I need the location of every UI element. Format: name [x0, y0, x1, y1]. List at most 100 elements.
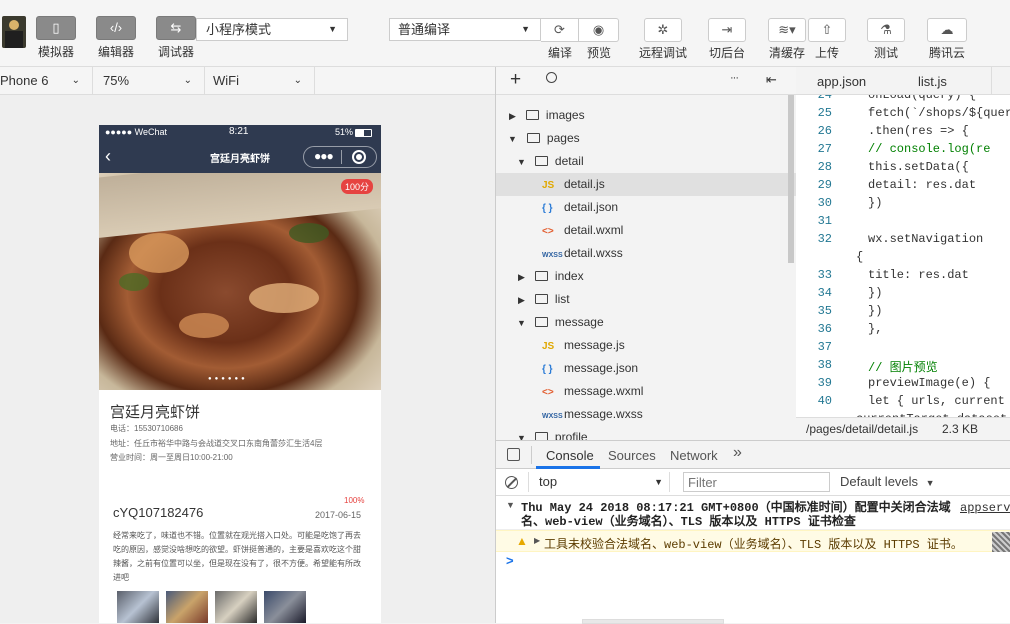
- code-line[interactable]: 24 onLoad(query) {: [796, 95, 1010, 106]
- code-editor[interactable]: 24 onLoad(query) {25 fetch(`/shops/${quer…: [796, 95, 1010, 417]
- tree-item-detail-wxml[interactable]: <> detail.wxml: [496, 219, 796, 242]
- console-filter-input[interactable]: [683, 472, 830, 492]
- code-text: }): [868, 286, 883, 300]
- code-line[interactable]: 36 },: [796, 322, 1010, 340]
- editor-button[interactable]: ‹/› 编辑器: [96, 16, 136, 60]
- debugger-button[interactable]: ⇆ 调试器: [156, 16, 196, 60]
- caret-down-icon: ▼: [517, 157, 526, 167]
- tab-app-json[interactable]: app.json: [817, 74, 866, 89]
- code-line[interactable]: 27 // console.log(re: [796, 142, 1010, 160]
- background-button[interactable]: ⇥ 切后台: [706, 18, 748, 62]
- code-line[interactable]: 32 wx.setNavigation: [796, 232, 1010, 250]
- tree-item-list[interactable]: ▶ list: [496, 288, 796, 311]
- code-text: }): [868, 304, 883, 318]
- inspect-icon[interactable]: [507, 448, 520, 461]
- code-line[interactable]: 28 this.setData({: [796, 160, 1010, 178]
- console-log-row[interactable]: ▼ Thu May 24 2018 08:17:21 GMT+0800（中国标准…: [496, 497, 1010, 530]
- battery-icon: [355, 129, 372, 137]
- clear-console-icon[interactable]: [505, 476, 518, 489]
- split-icon[interactable]: ⇤: [766, 72, 777, 88]
- tree-item-detail-json[interactable]: { } detail.json: [496, 196, 796, 219]
- tree-item-message[interactable]: ▼ message: [496, 311, 796, 334]
- tab-list-js[interactable]: list.js: [918, 74, 947, 89]
- warning-message: 工具未校验合法域名、web-view（业务域名）、TLS 版本以及 HTTPS …: [544, 538, 963, 552]
- code-line[interactable]: {: [796, 250, 1010, 268]
- more-icon[interactable]: ···: [730, 72, 739, 84]
- code-line[interactable]: 38 // 图片预览: [796, 358, 1010, 376]
- code-line[interactable]: 33 title: res.dat: [796, 268, 1010, 286]
- close-circle-icon[interactable]: [352, 150, 366, 164]
- tree-item-detail-js[interactable]: JS detail.js: [496, 173, 796, 196]
- network-select[interactable]: WiFi ⌄: [209, 67, 315, 94]
- code-line[interactable]: 37: [796, 340, 1010, 358]
- tab-sources[interactable]: Sources: [608, 448, 656, 463]
- review-photo[interactable]: [117, 591, 159, 623]
- tree-item-detail-wxss[interactable]: WXSSdetail.wxss: [496, 242, 796, 265]
- device-select[interactable]: Phone 6 ⌄: [0, 67, 93, 94]
- clear-cache-button[interactable]: ≋▾ 清缓存: [767, 18, 807, 62]
- compile-mode-select[interactable]: 普通编译 ▼: [389, 18, 541, 41]
- scrollbar[interactable]: [788, 95, 794, 263]
- console-prompt[interactable]: >: [506, 553, 514, 568]
- code-line[interactable]: 26 .then(res => {: [796, 124, 1010, 142]
- code-text: fetch(`/shops/${query: [868, 106, 1010, 120]
- upload-icon: ⇧: [808, 18, 846, 42]
- tree-item-index[interactable]: ▶ index: [496, 265, 796, 288]
- caret-down-icon: ▼: [517, 433, 526, 440]
- code-line[interactable]: 29 detail: res.dat: [796, 178, 1010, 196]
- review-photo[interactable]: [215, 591, 257, 623]
- tab-console[interactable]: Console: [546, 448, 594, 463]
- line-number: 33: [817, 268, 832, 282]
- tree-item-message-json[interactable]: { } message.json: [496, 357, 796, 380]
- review-photo[interactable]: [264, 591, 306, 623]
- code-line[interactable]: 31: [796, 214, 1010, 232]
- resize-grip-icon[interactable]: [992, 532, 1010, 552]
- context-select[interactable]: top ▼: [528, 472, 670, 492]
- bottom-scrollbar[interactable]: [582, 619, 724, 624]
- code-text: wx.setNavigation: [868, 232, 984, 246]
- more-tabs-icon[interactable]: »: [733, 444, 742, 462]
- review-photo[interactable]: [166, 591, 208, 623]
- code-line[interactable]: 40 let { urls, current: [796, 394, 1010, 412]
- upload-button[interactable]: ⇧ 上传: [808, 18, 846, 62]
- code-line[interactable]: 34 }): [796, 286, 1010, 304]
- levels-select[interactable]: Default levels ▼: [840, 472, 940, 492]
- test-button[interactable]: ⚗ 测试: [866, 18, 906, 62]
- line-number: 28: [817, 160, 832, 174]
- device-bar: Phone 6 ⌄ 75% ⌄ WiFi ⌄: [0, 67, 496, 95]
- tree-item-pages[interactable]: ▼ pages: [496, 127, 796, 150]
- chevron-down-icon: ▼: [521, 24, 530, 34]
- mode-select[interactable]: 小程序模式 ▼: [196, 18, 348, 41]
- more-icon[interactable]: ●●●: [314, 149, 334, 163]
- code-line[interactable]: 25 fetch(`/shops/${query: [796, 106, 1010, 124]
- chevron-down-icon: ⌄: [71, 75, 80, 86]
- code-text: },: [868, 322, 883, 336]
- shop-photo[interactable]: 100分 ●●●●●●: [99, 173, 381, 390]
- simulator-button[interactable]: ▯ 模拟器: [36, 16, 76, 60]
- zoom-select[interactable]: 75% ⌄: [99, 67, 205, 94]
- preview-button[interactable]: ◉ 预览: [579, 18, 619, 62]
- mode-value: 小程序模式: [206, 22, 272, 37]
- search-icon[interactable]: [546, 72, 557, 83]
- tab-network[interactable]: Network: [670, 448, 718, 463]
- tree-item-message-js[interactable]: JS message.js: [496, 334, 796, 357]
- log-source-link[interactable]: appservi: [960, 501, 1010, 515]
- code-line[interactable]: 35 }): [796, 304, 1010, 322]
- tree-item-message-wxss[interactable]: WXSSmessage.wxss: [496, 403, 796, 426]
- code-text: // console.log(re: [868, 142, 991, 156]
- tree-label: pages: [546, 131, 580, 145]
- avatar[interactable]: [2, 16, 26, 48]
- cloud-button[interactable]: ☁ 腾讯云: [926, 18, 968, 62]
- code-line[interactable]: 30 }): [796, 196, 1010, 214]
- add-icon[interactable]: +: [510, 69, 521, 91]
- code-line[interactable]: 39 previewImage(e) {: [796, 376, 1010, 394]
- console-warning-row[interactable]: ▲ ▶ 工具未校验合法域名、web-view（业务域名）、TLS 版本以及 HT…: [496, 530, 1010, 552]
- compile-button[interactable]: ⟳ 编译: [541, 18, 579, 62]
- tree-item-profile[interactable]: ▼ profile: [496, 426, 796, 440]
- tree-item-detail[interactable]: ▼ detail: [496, 150, 796, 173]
- cloud-label: 腾讯云: [928, 46, 965, 60]
- capsule-menu[interactable]: ●●●: [303, 146, 377, 168]
- tree-item-images[interactable]: ▶ images: [496, 104, 796, 127]
- remote-debug-button[interactable]: ✲ 远程调试: [638, 18, 688, 62]
- tree-item-message-wxml[interactable]: <> message.wxml: [496, 380, 796, 403]
